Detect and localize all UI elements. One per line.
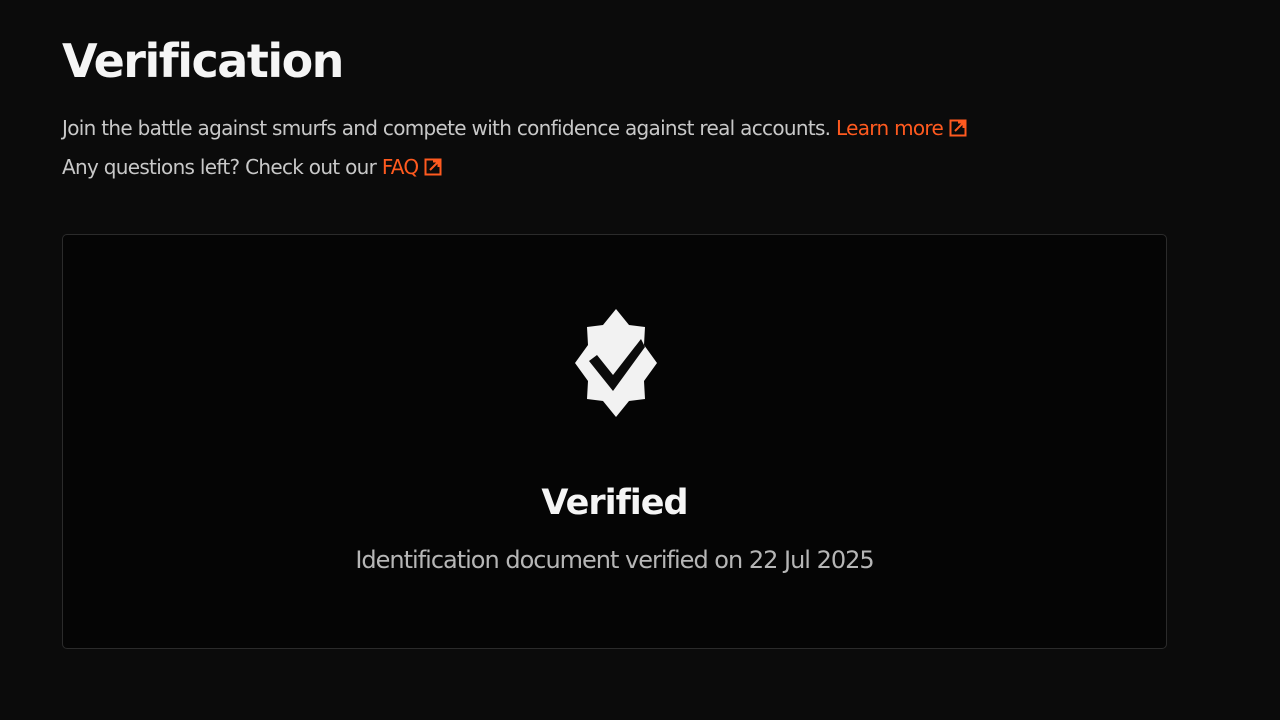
faq-link[interactable]: FAQ bbox=[382, 155, 443, 179]
verification-page: Verification Join the battle against smu… bbox=[0, 0, 1280, 720]
faq-label: FAQ bbox=[381, 155, 419, 179]
status-detail: Identification document verified on 22 J… bbox=[355, 546, 874, 574]
page-title: Verification bbox=[62, 34, 344, 88]
external-link-icon bbox=[424, 158, 442, 176]
faq-line: Any questions left? Check out our FAQ bbox=[62, 153, 442, 181]
status-title: Verified bbox=[541, 483, 688, 523]
intro-line: Join the battle against smurfs and compe… bbox=[62, 114, 967, 142]
learn-more-label: Learn more bbox=[836, 116, 944, 140]
intro-text: Join the battle against smurfs and compe… bbox=[62, 116, 831, 140]
questions-text: Any questions left? Check out our bbox=[62, 155, 377, 179]
verification-status-card: Verified Identification document verifie… bbox=[62, 234, 1167, 649]
external-link-icon bbox=[949, 119, 967, 137]
verified-badge-icon bbox=[575, 309, 657, 417]
learn-more-link[interactable]: Learn more bbox=[836, 116, 967, 140]
